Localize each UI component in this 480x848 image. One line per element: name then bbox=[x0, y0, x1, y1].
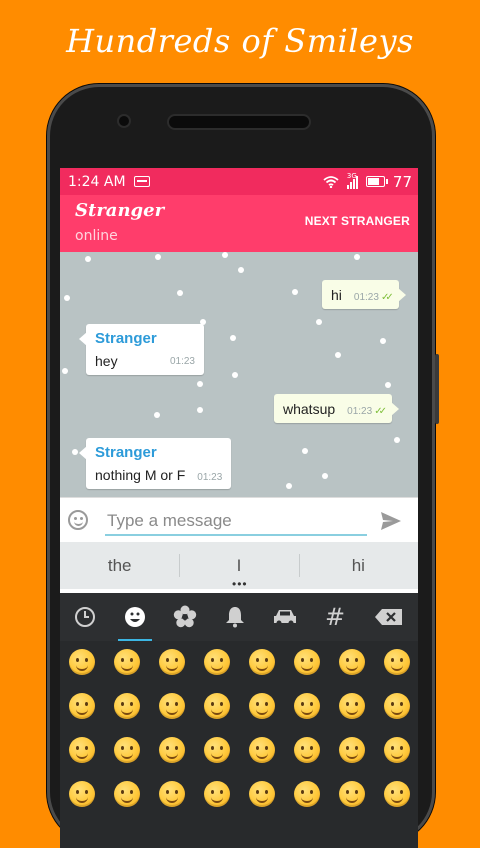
emoji-key[interactable] bbox=[294, 649, 320, 675]
network-type: 3G bbox=[346, 171, 357, 180]
message-text: hi bbox=[331, 287, 342, 303]
suggestion-item[interactable]: the bbox=[60, 542, 179, 589]
emoji-key[interactable] bbox=[249, 781, 275, 807]
earpiece-speaker bbox=[169, 116, 309, 128]
emoji-key[interactable] bbox=[249, 693, 275, 719]
emoji-key[interactable] bbox=[159, 737, 185, 763]
app-bar: Stranger online NEXT STRANGER bbox=[60, 195, 418, 252]
message-input[interactable] bbox=[105, 508, 367, 536]
phone-frame: 1:24 AM 3G 77 Stranger online NEXT STRAN… bbox=[47, 84, 439, 848]
emoji-key[interactable] bbox=[294, 737, 320, 763]
message-incoming[interactable]: Stranger nothing M or F 01:23 bbox=[79, 438, 232, 489]
emoji-key[interactable] bbox=[204, 737, 230, 763]
message-time: 01:23 bbox=[353, 292, 379, 303]
message-incoming[interactable]: Stranger hey 01:23 bbox=[79, 324, 204, 375]
message-text: whatsup bbox=[283, 401, 336, 417]
emoji-key[interactable] bbox=[69, 693, 95, 719]
status-time: 1:24 AM bbox=[68, 173, 126, 190]
promo-title: Hundreds of Smileys bbox=[66, 22, 414, 60]
signal-icon: 3G bbox=[346, 171, 358, 189]
emoji-key[interactable] bbox=[69, 649, 95, 675]
suggestion-strip: the I hi ••• bbox=[60, 542, 418, 591]
emoji-key[interactable] bbox=[339, 649, 365, 675]
emoji-key[interactable] bbox=[384, 649, 410, 675]
emoji-key[interactable] bbox=[384, 693, 410, 719]
emoji-key[interactable] bbox=[339, 737, 365, 763]
clock-icon[interactable] bbox=[60, 593, 110, 641]
emoji-key[interactable] bbox=[384, 737, 410, 763]
chat-partner-status: online bbox=[75, 228, 118, 244]
emoji-key[interactable] bbox=[159, 649, 185, 675]
more-suggestions-icon[interactable]: ••• bbox=[232, 577, 248, 591]
emoji-key[interactable] bbox=[114, 781, 140, 807]
emoji-key[interactable] bbox=[294, 693, 320, 719]
battery-icon bbox=[365, 176, 388, 187]
chat-partner-name: Stranger bbox=[75, 200, 165, 221]
message-time: 01:23 bbox=[347, 406, 373, 417]
read-ticks-icon: ✓✓ bbox=[380, 292, 394, 303]
phone-screen: 1:24 AM 3G 77 Stranger online NEXT STRAN… bbox=[60, 168, 418, 848]
status-icons: 3G 77 bbox=[323, 171, 412, 191]
emoji-grid bbox=[60, 641, 418, 848]
emoji-key[interactable] bbox=[384, 781, 410, 807]
emoji-key[interactable] bbox=[204, 781, 230, 807]
emoji-key[interactable] bbox=[294, 781, 320, 807]
emoji-key[interactable] bbox=[204, 693, 230, 719]
bell-icon[interactable] bbox=[210, 593, 260, 641]
send-icon[interactable] bbox=[379, 510, 403, 532]
message-sender: Stranger bbox=[95, 330, 157, 347]
backspace-icon[interactable] bbox=[360, 593, 418, 641]
emoji-key[interactable] bbox=[339, 693, 365, 719]
message-sender: Stranger bbox=[95, 444, 157, 461]
emoji-toggle-icon[interactable] bbox=[68, 510, 88, 530]
emoji-key[interactable] bbox=[159, 693, 185, 719]
message-time: 01:23 bbox=[197, 472, 223, 483]
front-camera bbox=[119, 116, 129, 126]
status-bar: 1:24 AM 3G 77 bbox=[60, 168, 418, 195]
hashtag-icon[interactable]: # bbox=[310, 593, 360, 641]
message-text: hey bbox=[95, 353, 118, 369]
suggestion-item[interactable]: hi bbox=[298, 542, 418, 589]
smiley-icon[interactable] bbox=[110, 593, 160, 641]
chat-area[interactable]: hi 01:23 ✓✓ Stranger hey 01:23 whatsup 01:23… bbox=[60, 252, 418, 497]
wifi-icon bbox=[323, 175, 339, 188]
emoji-key[interactable] bbox=[114, 693, 140, 719]
emoji-key[interactable] bbox=[204, 649, 230, 675]
read-ticks-icon: ✓✓ bbox=[374, 406, 387, 417]
emoji-key[interactable] bbox=[114, 737, 140, 763]
keyboard-notification-icon bbox=[133, 176, 150, 187]
emoji-key[interactable] bbox=[249, 737, 275, 763]
compose-bar bbox=[60, 497, 418, 543]
message-time: 01:23 bbox=[169, 356, 195, 367]
car-icon[interactable] bbox=[260, 593, 310, 641]
phone-side-button bbox=[435, 354, 439, 424]
next-stranger-button[interactable]: NEXT STRANGER bbox=[305, 214, 410, 228]
emoji-key[interactable] bbox=[249, 649, 275, 675]
flower-icon[interactable] bbox=[160, 593, 210, 641]
emoji-key[interactable] bbox=[159, 781, 185, 807]
message-outgoing[interactable]: hi 01:23 ✓✓ bbox=[322, 280, 406, 309]
emoji-key[interactable] bbox=[69, 737, 95, 763]
message-text: nothing M or F bbox=[95, 467, 186, 483]
emoji-category-bar: # bbox=[60, 593, 418, 641]
battery-percent: 77 bbox=[392, 172, 412, 191]
emoji-key[interactable] bbox=[69, 781, 95, 807]
message-outgoing[interactable]: whatsup 01:23 ✓✓ bbox=[274, 394, 399, 423]
emoji-key[interactable] bbox=[339, 781, 365, 807]
emoji-key[interactable] bbox=[114, 649, 140, 675]
